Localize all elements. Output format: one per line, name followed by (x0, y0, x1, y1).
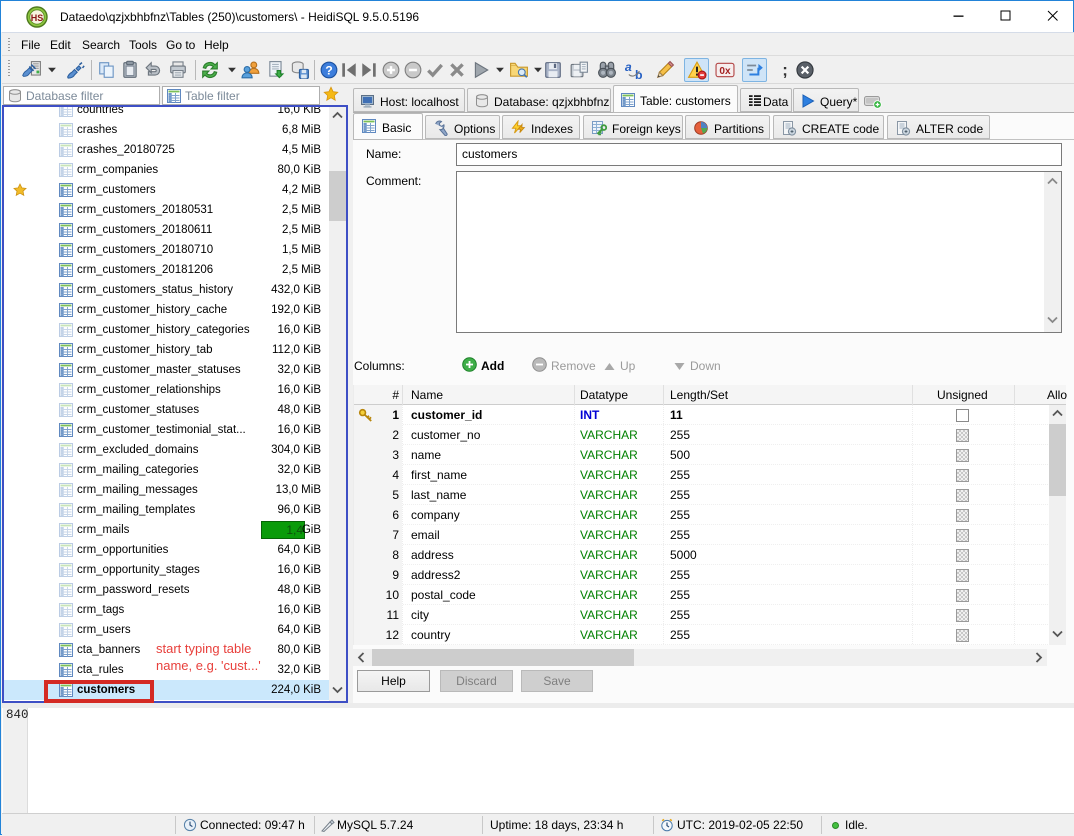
svg-text:0x: 0x (719, 66, 731, 77)
svg-text:a: a (625, 60, 632, 74)
svg-text:?: ? (325, 63, 333, 77)
svg-text:;: ; (782, 61, 788, 80)
svg-text:HS: HS (31, 13, 44, 23)
